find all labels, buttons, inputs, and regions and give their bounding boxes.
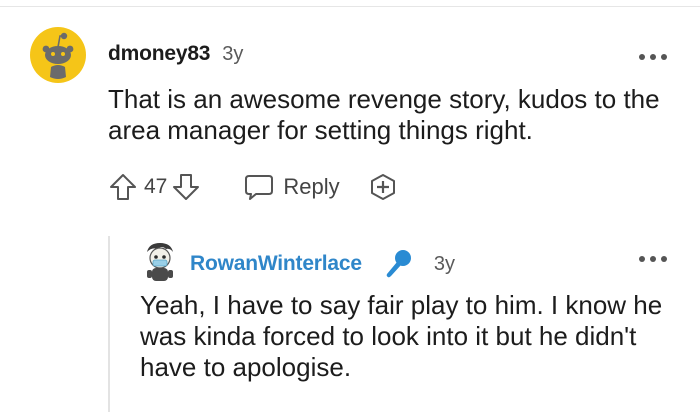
comment-actions: 47 Reply bbox=[108, 170, 398, 204]
reply-label: Reply bbox=[283, 174, 340, 199]
arrow-down-icon[interactable] bbox=[171, 172, 201, 202]
thread-line[interactable] bbox=[108, 236, 110, 412]
comment-meta: dmoney83 3y bbox=[108, 42, 243, 66]
reply-meta: RowanWinterlace 3y bbox=[190, 247, 455, 281]
arrow-up-icon[interactable] bbox=[108, 172, 138, 202]
speech-bubble-icon bbox=[245, 175, 274, 200]
comment-author[interactable]: dmoney83 bbox=[108, 42, 210, 66]
comment-body: That is an awesome revenge story, kudos … bbox=[108, 84, 660, 145]
more-options-icon[interactable] bbox=[639, 254, 667, 264]
vote-score: 47 bbox=[144, 175, 168, 198]
avatar[interactable] bbox=[140, 240, 180, 284]
add-award-icon[interactable] bbox=[368, 172, 398, 202]
top-divider bbox=[0, 6, 700, 7]
reply-author[interactable]: RowanWinterlace bbox=[190, 252, 362, 276]
reply-body: Yeah, I have to say fair play to him. I … bbox=[140, 290, 663, 382]
comment-age[interactable]: 3y bbox=[222, 43, 243, 66]
reply-age[interactable]: 3y bbox=[434, 253, 455, 276]
more-options-icon[interactable] bbox=[639, 52, 667, 62]
avatar[interactable] bbox=[30, 27, 86, 83]
reply-button[interactable]: Reply bbox=[243, 172, 340, 202]
microphone-icon bbox=[386, 250, 411, 278]
